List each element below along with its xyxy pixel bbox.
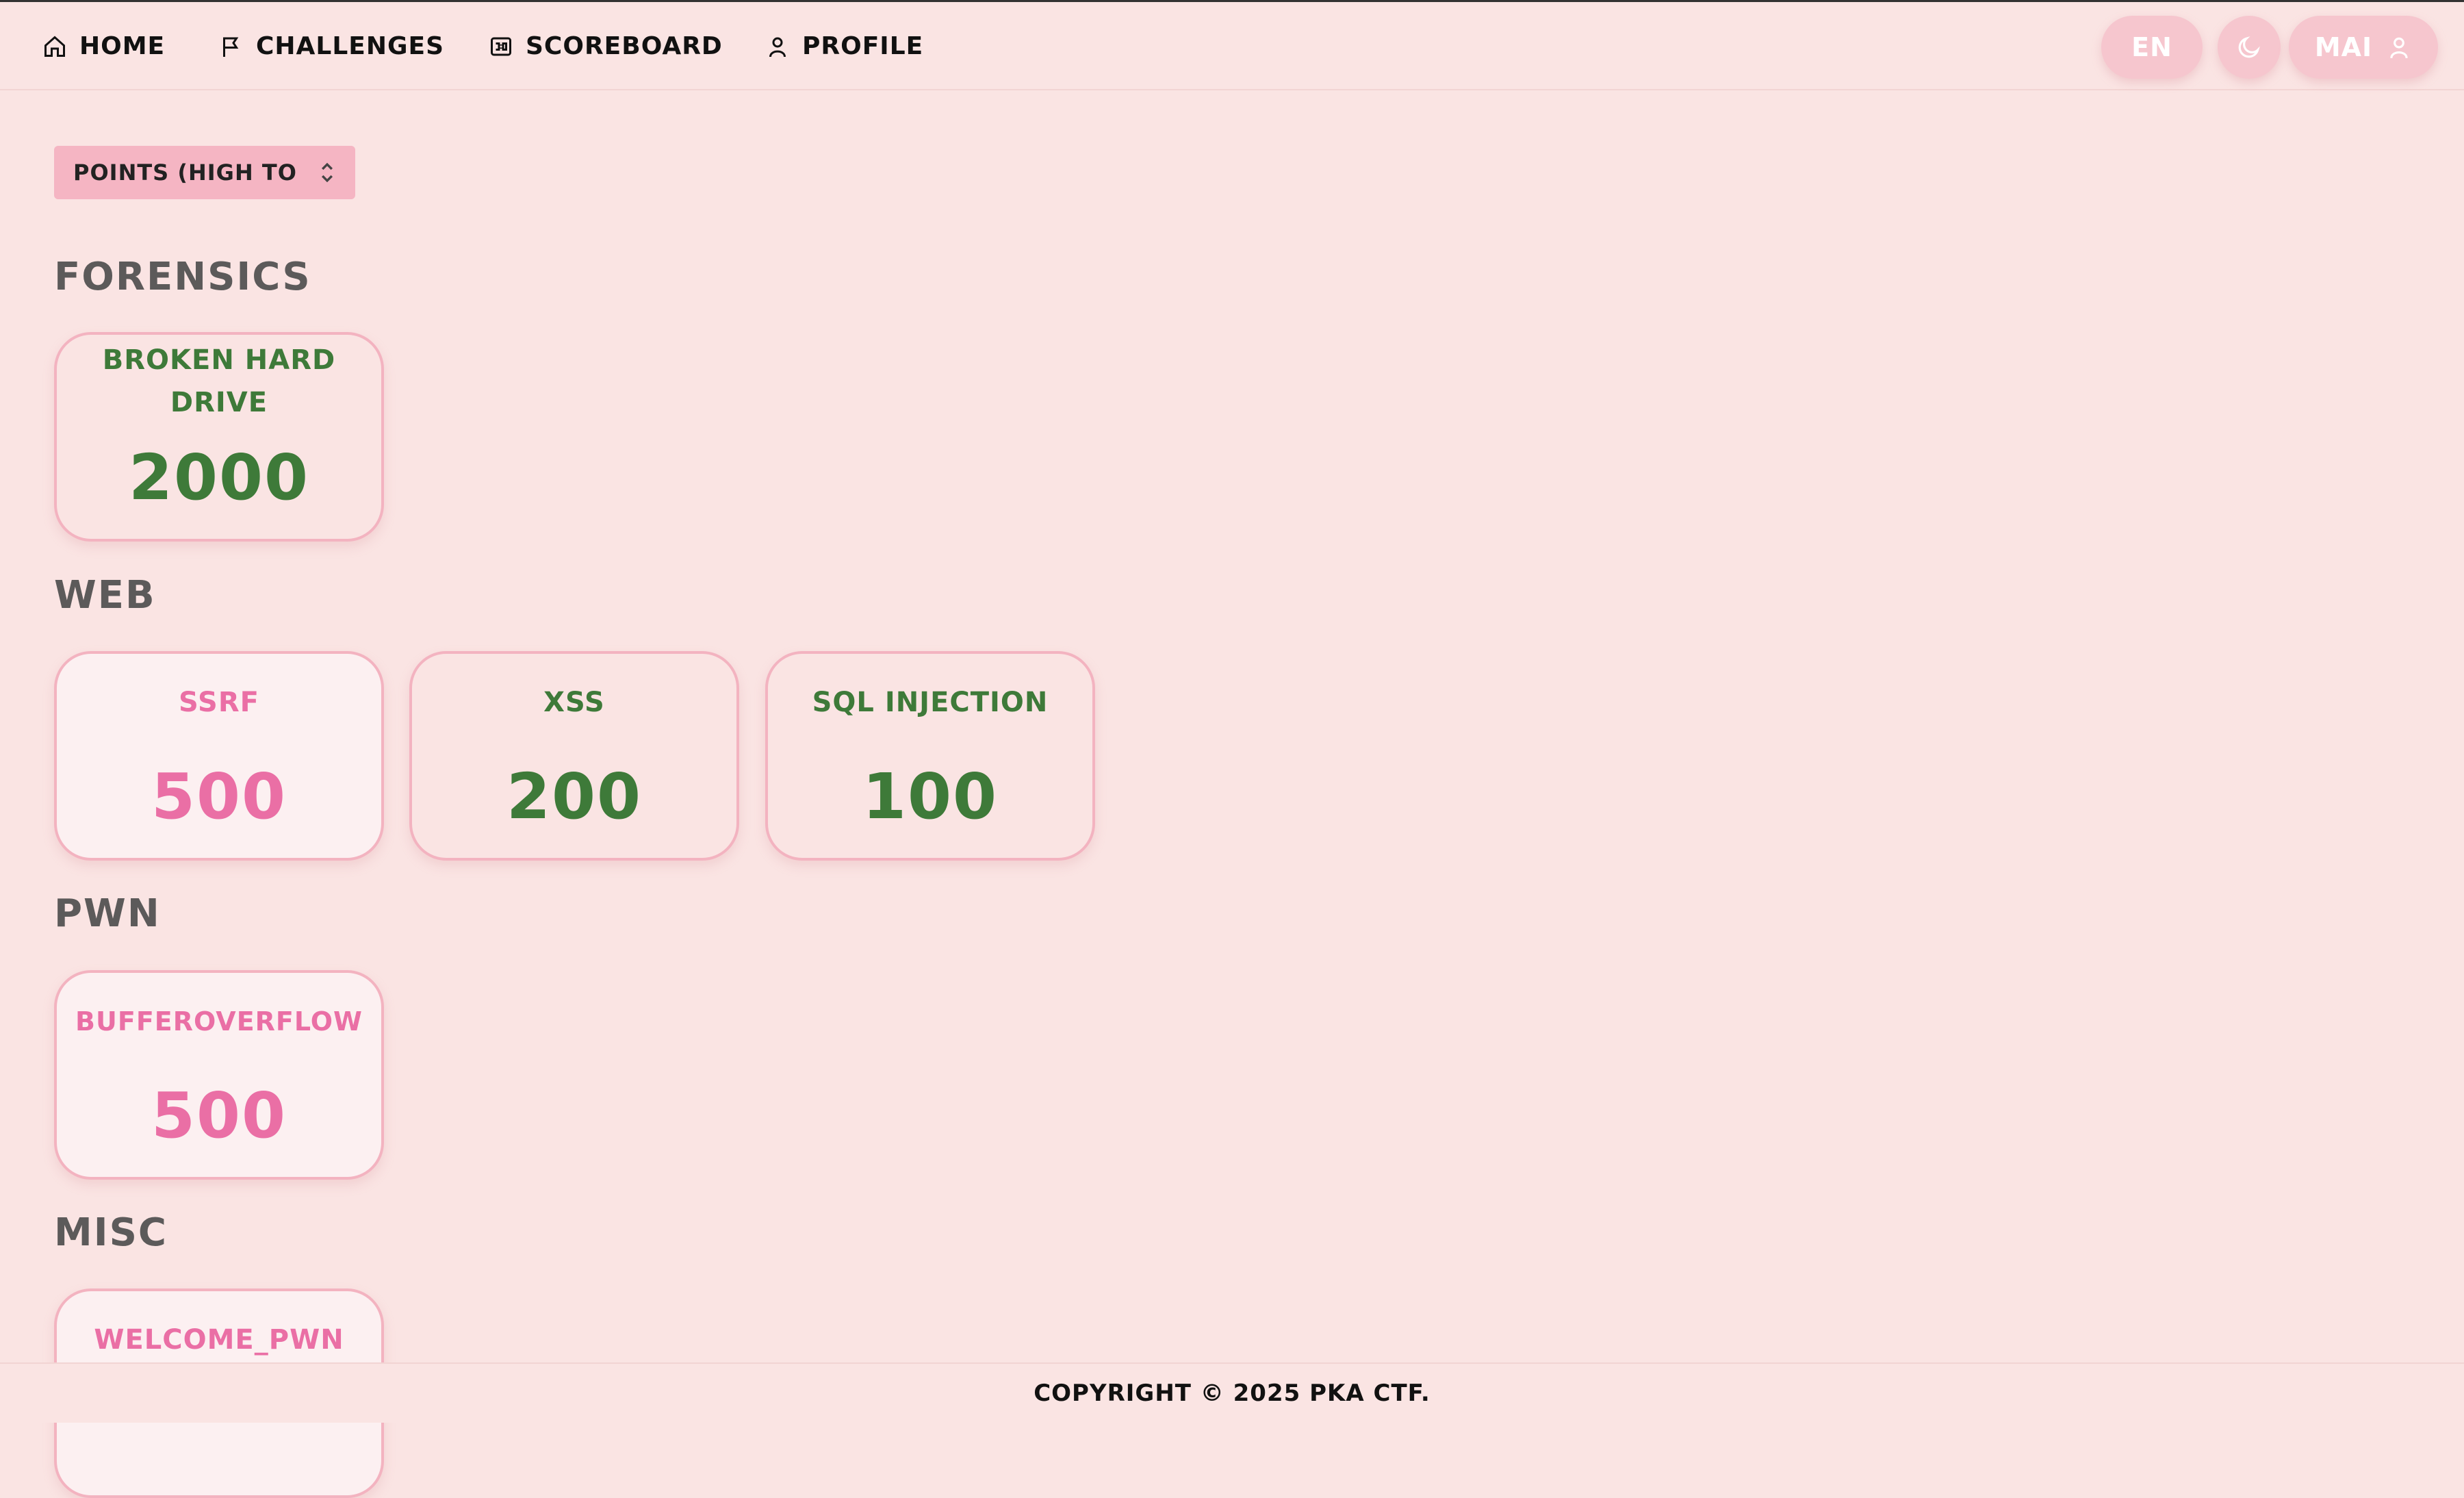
user-menu-button[interactable]: MAI xyxy=(2289,16,2438,79)
sort-select[interactable]: POINTS (HIGH TO LOW) xyxy=(54,146,355,199)
challenge-card-ssrf[interactable]: SSRF 500 xyxy=(54,651,384,861)
user-icon xyxy=(2390,37,2408,59)
nav-home[interactable]: HOME xyxy=(42,2,165,90)
theme-toggle-button[interactable] xyxy=(2218,16,2281,79)
user-icon xyxy=(769,37,786,57)
nav-profile[interactable]: PROFILE xyxy=(765,2,923,90)
category-heading-pwn: PWN xyxy=(54,891,161,936)
challenge-points: 500 xyxy=(151,1079,287,1152)
page-footer: COPYRIGHT © 2025 PKA CTF. xyxy=(0,1362,2464,1423)
top-navbar: HOME CHALLENGES SCOREBOARD PROFILE EN MA… xyxy=(0,2,2464,90)
nav-challenges-label: CHALLENGES xyxy=(256,32,445,60)
challenge-name: XSS xyxy=(543,687,605,718)
user-menu-label: MAI xyxy=(2314,32,2373,62)
home-icon xyxy=(44,35,65,57)
language-button[interactable]: EN xyxy=(2101,16,2203,79)
language-label: EN xyxy=(2131,32,2172,62)
moon-icon xyxy=(2238,36,2260,58)
nav-scoreboard[interactable]: SCOREBOARD xyxy=(489,2,723,90)
challenge-points: 100 xyxy=(862,760,999,833)
nav-home-label: HOME xyxy=(79,32,166,60)
nav-profile-label: PROFILE xyxy=(802,32,924,60)
challenge-card-sql-injection[interactable]: SQL INJECTION 100 xyxy=(765,651,1095,861)
challenge-card-xss[interactable]: XSS 200 xyxy=(409,651,739,861)
category-heading-web: WEB xyxy=(54,573,156,618)
sort-selected-value: POINTS (HIGH TO LOW) xyxy=(73,160,306,186)
challenge-name: WELCOME_PWN xyxy=(94,1324,344,1356)
challenge-name: SSRF xyxy=(179,687,259,718)
challenge-points: 500 xyxy=(151,760,287,833)
category-heading-forensics: FORENSICS xyxy=(54,255,311,299)
footer-copyright: COPYRIGHT © 2025 PKA CTF. xyxy=(1034,1380,1430,1407)
challenge-name: BUFFEROVERFLOW xyxy=(75,1006,363,1037)
nav-challenges[interactable]: CHALLENGES xyxy=(219,2,444,90)
challenge-points: 2000 xyxy=(128,441,310,514)
chevron-up-down-icon xyxy=(321,162,333,183)
challenge-name: BROKEN HARD DRIVE xyxy=(102,344,336,418)
scoreboard-icon xyxy=(491,37,511,55)
flag-icon xyxy=(223,37,239,57)
challenge-card-bufferoverflow[interactable]: BUFFEROVERFLOW 500 xyxy=(54,970,384,1180)
challenge-points: 200 xyxy=(506,760,643,833)
challenge-card-broken-hard-drive[interactable]: BROKEN HARD DRIVE 2000 xyxy=(54,332,384,542)
category-heading-misc: MISC xyxy=(54,1210,168,1255)
challenge-name: SQL INJECTION xyxy=(812,687,1049,718)
nav-scoreboard-label: SCOREBOARD xyxy=(526,32,723,60)
